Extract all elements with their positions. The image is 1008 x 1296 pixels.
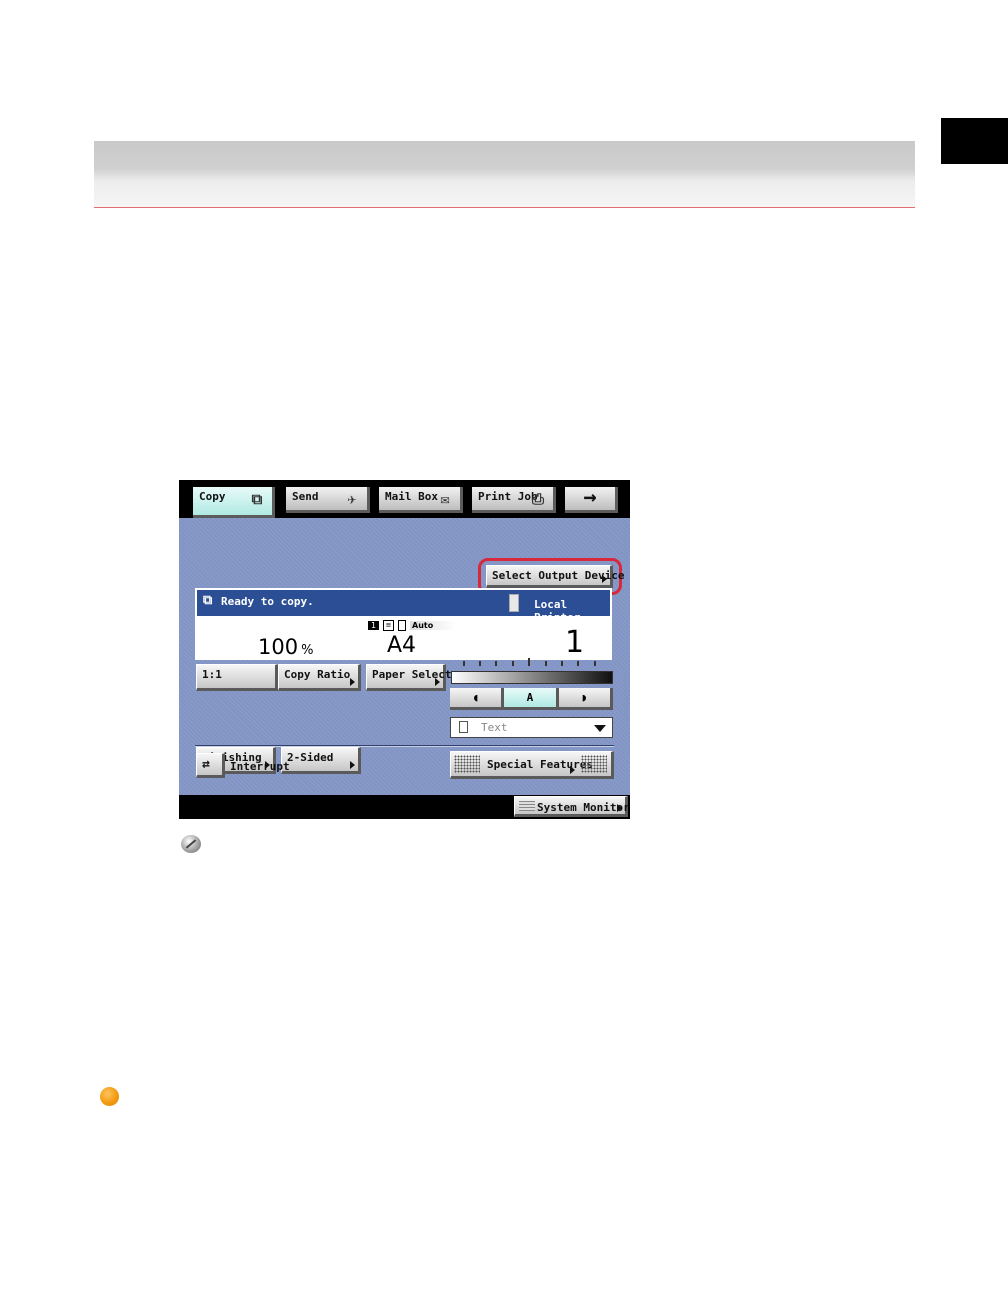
copy-status-icon: ⧉	[203, 593, 213, 608]
triangle-right-icon	[602, 575, 607, 583]
ratio-unit: %	[301, 643, 314, 658]
status-header: ⧉ Ready to copy. Local Printer	[197, 590, 610, 624]
tab-copy[interactable]: Copy ⧉	[193, 487, 275, 518]
triangle-right-icon	[350, 761, 355, 769]
special-features-button[interactable]: Special Features	[450, 751, 614, 779]
status-values: 1 ≡ Auto 100% A4 1	[197, 616, 610, 660]
status-display: ⧉ Ready to copy. Local Printer 1 ≡ Auto …	[195, 588, 612, 660]
copy-screen-body: Select Output Device ⧉ Ready to copy. Lo…	[179, 518, 630, 795]
copy-ratio-readout: 100%	[258, 635, 313, 659]
arrow-right-icon: →	[583, 485, 597, 510]
density-scale	[455, 658, 603, 668]
section-header-bar	[94, 141, 915, 207]
triangle-right-icon	[435, 678, 440, 686]
special-features-label: Special Features	[487, 758, 593, 771]
note-pencil-icon	[181, 835, 201, 853]
paper-icon	[398, 620, 406, 631]
chapter-tab	[941, 118, 1008, 164]
copy-ratio-label: Copy Ratio	[284, 668, 351, 681]
tab-send[interactable]: Send ✈	[286, 487, 370, 513]
original-settings-icons: 1 ≡ Auto	[368, 620, 456, 631]
function-tab-bar: Copy ⧉ Send ✈ Mail Box ✉ Print Job ⎙ →	[179, 480, 630, 518]
original-type-select[interactable]: Text	[450, 717, 613, 738]
interrupt-icon: ⇄	[202, 757, 210, 772]
mailbox-icon: ✉	[440, 490, 450, 508]
copier-touch-panel: Copy ⧉ Send ✈ Mail Box ✉ Print Job ⎙ → S…	[179, 480, 630, 819]
system-monitor-button[interactable]: System Monitor	[514, 796, 630, 817]
chevron-down-icon	[594, 725, 606, 732]
ratio-value: 100	[258, 635, 299, 659]
density-control: ◖ A ◗	[450, 688, 613, 710]
ratio-1-1-label: 1:1	[202, 668, 222, 681]
interrupt-button[interactable]: ⇄	[196, 753, 225, 778]
tab-copy-label: Copy	[199, 490, 226, 503]
tab-mail-box-label: Mail Box	[385, 490, 438, 503]
paper-select-button[interactable]: Paper Select	[366, 664, 451, 691]
select-output-device-button[interactable]: Select Output Device	[486, 565, 624, 588]
darker-button[interactable]: ◗	[558, 688, 613, 710]
send-icon: ✈	[347, 490, 357, 508]
printer-job-icon: ⎙	[531, 490, 544, 508]
copy-icon: ⧉	[251, 490, 263, 508]
header-rule	[94, 207, 915, 208]
document-icon: ≡	[383, 620, 394, 631]
pattern-icon	[454, 755, 480, 773]
single-sided-icon: 1	[368, 621, 379, 630]
status-message: Ready to copy.	[221, 595, 314, 608]
two-sided-button[interactable]: 2-Sided	[281, 747, 361, 774]
tab-send-label: Send	[292, 490, 319, 503]
auto-density-button[interactable]: A	[504, 688, 559, 710]
paper-size-readout: A4	[387, 633, 417, 658]
triangle-right-icon	[570, 766, 575, 774]
copies-readout: 1	[565, 625, 585, 660]
pattern-icon	[581, 755, 607, 773]
copy-ratio-button[interactable]: Copy Ratio	[278, 664, 361, 691]
two-sided-label: 2-Sided	[287, 751, 334, 764]
triangle-right-icon	[350, 678, 355, 686]
lighter-button[interactable]: ◖	[450, 688, 505, 710]
document-icon	[459, 721, 468, 733]
system-monitor-label: System Monitor	[537, 801, 630, 814]
monitor-icon	[519, 801, 535, 811]
divider	[195, 746, 614, 747]
original-type-value: Text	[481, 721, 508, 734]
interrupt-label: Interrupt	[230, 760, 290, 773]
ratio-1-1-button[interactable]: 1:1	[196, 664, 278, 691]
printer-icon	[509, 594, 519, 612]
density-gradient	[451, 671, 613, 684]
tab-mail-box[interactable]: Mail Box ✉	[379, 487, 463, 513]
tab-print-job[interactable]: Print Job ⎙	[472, 487, 556, 513]
auto-label: Auto	[410, 621, 456, 630]
important-dot-icon	[100, 1087, 119, 1106]
tab-more-button[interactable]: →	[565, 487, 618, 513]
triangle-right-icon	[617, 804, 622, 812]
